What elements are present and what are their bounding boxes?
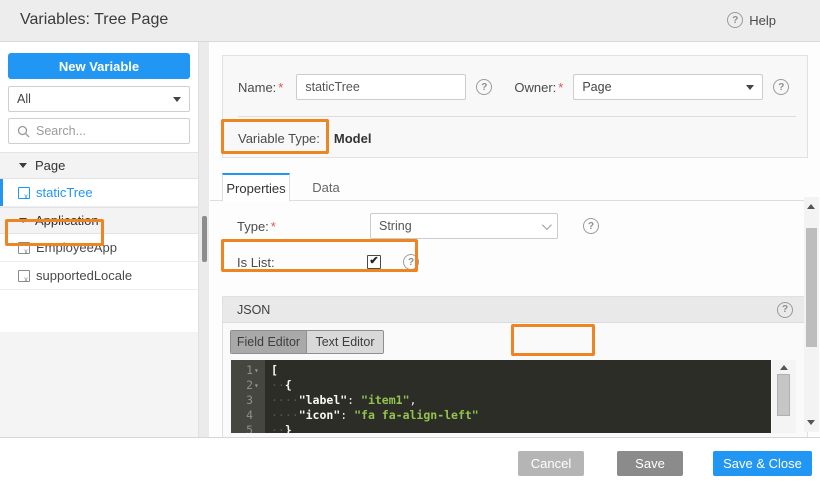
editor-scrollbar[interactable] [772, 360, 796, 433]
field-editor-tab[interactable]: Field Editor [231, 331, 307, 353]
model-variable-icon [18, 186, 30, 201]
search-box[interactable] [8, 118, 190, 144]
type-row: Type: * String ? [237, 212, 797, 240]
is-list-label: Is List: [237, 254, 275, 270]
checkbox-check-icon: ✔ [369, 255, 379, 267]
type-help-icon[interactable]: ? [583, 218, 599, 234]
tree-group-label: Page [35, 158, 66, 173]
help-icon: ? [727, 12, 744, 28]
sidebar-background [0, 332, 198, 437]
is-list-help-icon[interactable]: ? [403, 254, 419, 270]
owner-label: Owner: * [514, 79, 564, 95]
variables-tree: Page staticTree Application EmployeeApp … [0, 152, 198, 290]
required-marker: * [558, 79, 564, 95]
tree-item-statictree[interactable]: staticTree [0, 179, 198, 207]
json-section: JSON ? Field Editor Text Editor 1 ▾ 2 ▾ 3 4 5 … [222, 296, 808, 437]
chevron-down-icon [746, 84, 755, 90]
save-and-close-button[interactable]: Save & Close [713, 451, 812, 476]
variables-dialog: Variables: Tree Page ? Help New Variable… [0, 0, 820, 491]
new-variable-button[interactable]: New Variable [8, 53, 190, 79]
tree-item-label: EmployeeApp [36, 240, 117, 255]
type-select[interactable]: String [370, 213, 558, 239]
variable-type-label: Variable Type: [238, 131, 320, 146]
detail-tabbar: Properties Data [210, 173, 804, 202]
tree-item-label: staticTree [36, 185, 93, 200]
cancel-button[interactable]: Cancel [518, 451, 584, 476]
dialog-header: Variables: Tree Page ? Help [0, 0, 820, 42]
name-input[interactable] [296, 74, 467, 100]
tab-data[interactable]: Data [298, 173, 354, 201]
tree-item-employeeapp[interactable]: EmployeeApp [0, 234, 198, 262]
content-scrollbar-thumb[interactable] [806, 228, 817, 347]
selected-indicator [0, 179, 3, 206]
text-editor-tab[interactable]: Text Editor [307, 331, 383, 353]
dialog-footer: Cancel Save Save & Close [0, 437, 820, 491]
tree-group-page[interactable]: Page [0, 152, 198, 179]
is-list-checkbox[interactable]: ✔ [367, 255, 381, 269]
collapse-caret-icon [19, 218, 27, 223]
tree-group-application[interactable]: Application [0, 207, 198, 234]
editor-scrollbar-thumb[interactable] [777, 374, 790, 416]
owner-help-icon[interactable]: ? [773, 79, 790, 95]
help-link[interactable]: ? Help [727, 12, 776, 28]
collapse-caret-icon [19, 163, 27, 168]
name-label: Name: * [238, 79, 284, 95]
tree-group-label: Application [35, 213, 99, 228]
variables-sidebar: New Variable All Page staticTree [0, 42, 198, 437]
chevron-down-icon [541, 219, 552, 230]
model-variable-icon [18, 269, 30, 284]
content-scrollbar[interactable] [804, 197, 819, 432]
sidebar-scrollbar[interactable] [198, 42, 209, 437]
name-owner-row: Name:* ? Owner:* Page ? [238, 73, 794, 101]
json-section-header: JSON ? [223, 297, 807, 323]
help-label: Help [749, 12, 776, 28]
variable-type-value: Model [333, 131, 372, 146]
variable-filter-value: All [17, 92, 31, 106]
editor-code-lines: [··{····"label": "item1", ····"icon": "fa… [271, 363, 479, 433]
search-input[interactable] [36, 124, 176, 138]
scroll-up-icon[interactable] [807, 204, 815, 209]
required-marker: * [278, 79, 284, 95]
scroll-down-icon[interactable] [807, 420, 815, 425]
json-section-title: JSON [237, 302, 271, 317]
json-help-icon[interactable]: ? [777, 301, 793, 318]
required-marker: * [270, 218, 276, 234]
variable-detail-panel: Name:* ? Owner:* Page ? Variable Type: M… [210, 42, 820, 437]
divider [238, 116, 796, 117]
sidebar-scrollbar-thumb[interactable] [202, 216, 207, 262]
tree-item-label: supportedLocale [36, 268, 133, 283]
type-label: Type: * [237, 218, 276, 234]
tree-item-supportedlocale[interactable]: supportedLocale [0, 262, 198, 290]
name-help-icon[interactable]: ? [476, 79, 493, 95]
variable-type-row: Variable Type: Model [238, 131, 371, 146]
editor-gutter: 1 ▾ 2 ▾ 3 4 5 [231, 360, 265, 433]
json-code-editor[interactable]: 1 ▾ 2 ▾ 3 4 5 [··{····"label": "item1", ····"ic… [231, 360, 771, 433]
owner-value: Page [582, 80, 612, 94]
editor-mode-toggle: Field Editor Text Editor [230, 330, 384, 354]
page-title: Variables: Tree Page [20, 11, 169, 28]
save-button[interactable]: Save [617, 451, 683, 476]
model-variable-icon [18, 241, 30, 256]
chevron-down-icon [173, 96, 181, 102]
variable-filter-select[interactable]: All [8, 86, 190, 112]
tab-properties[interactable]: Properties [222, 173, 290, 202]
is-list-row: Is List: ✔ ? [237, 248, 637, 276]
owner-select[interactable]: Page [573, 74, 764, 100]
scroll-up-icon[interactable] [780, 365, 788, 370]
type-value: String [379, 219, 412, 233]
variable-summary-panel: Name:* ? Owner:* Page ? Variable Type: M… [222, 55, 808, 158]
search-icon [17, 125, 30, 137]
